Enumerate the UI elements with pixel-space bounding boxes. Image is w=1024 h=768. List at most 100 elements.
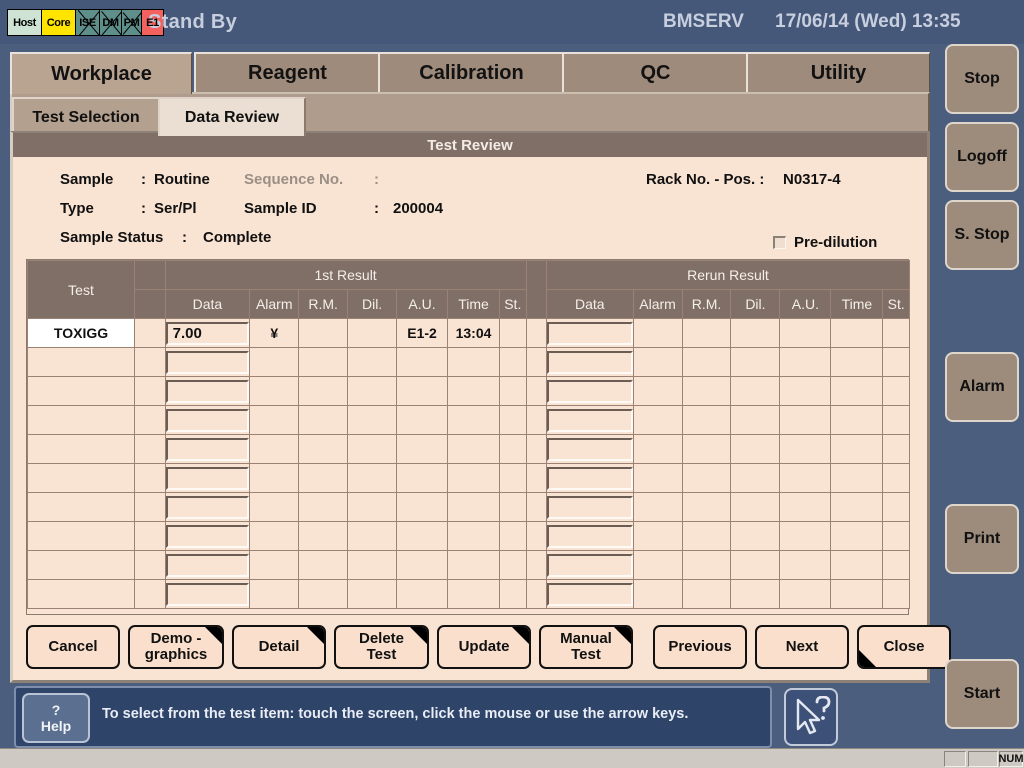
cell-rerun-rm[interactable]: [681, 376, 732, 406]
cell-first-data[interactable]: [164, 579, 251, 609]
cell-first-data-field[interactable]: [166, 408, 249, 432]
cell-rerun-rm[interactable]: [681, 521, 732, 551]
test-results-table-wrapper[interactable]: Test 1st Result Rerun Result Data Alarm R.…: [26, 259, 911, 615]
demographics-button[interactable]: Demo - graphics: [128, 625, 224, 669]
help-button[interactable]: ? Help: [22, 693, 90, 743]
cell-rerun-alarm[interactable]: [632, 550, 683, 580]
cell-rerun-st[interactable]: [882, 434, 910, 464]
cell-first-alarm[interactable]: [249, 550, 300, 580]
cell-rerun-st[interactable]: [882, 521, 910, 551]
cell-first-alarm[interactable]: [249, 347, 300, 377]
cell-flag[interactable]: [134, 492, 166, 522]
cell-rerun-au[interactable]: [779, 579, 832, 609]
cell-rerun-rm[interactable]: [681, 463, 732, 493]
cell-rerun-st[interactable]: [882, 318, 910, 348]
cell-rerun-alarm[interactable]: [632, 347, 683, 377]
cell-first-data[interactable]: 7.00: [164, 318, 251, 348]
cell-rerun-rm[interactable]: [681, 434, 732, 464]
cell-first-data-field[interactable]: [166, 437, 249, 461]
sidebar-button-start[interactable]: Start: [945, 659, 1019, 729]
cell-rerun-alarm[interactable]: [632, 521, 683, 551]
cell-rerun-au[interactable]: [779, 347, 832, 377]
cell-rerun-data-field[interactable]: [547, 379, 633, 403]
cell-rerun-au[interactable]: [779, 492, 832, 522]
table-row[interactable]: [26, 463, 910, 493]
cell-first-rm[interactable]: [298, 492, 349, 522]
cell-first-au[interactable]: E1-2: [396, 318, 449, 348]
cell-first-rm[interactable]: [298, 434, 349, 464]
cell-first-data-field[interactable]: [166, 524, 249, 548]
cell-rerun-dil[interactable]: [730, 463, 781, 493]
cell-first-st[interactable]: [499, 318, 527, 348]
cell-rerun-data[interactable]: [545, 434, 634, 464]
cell-first-dil[interactable]: [347, 318, 398, 348]
cell-first-rm[interactable]: [298, 405, 349, 435]
cell-rerun-time[interactable]: [830, 579, 884, 609]
cell-rerun-au[interactable]: [779, 318, 832, 348]
cell-first-alarm[interactable]: ¥: [249, 318, 300, 348]
cell-flag[interactable]: [134, 347, 166, 377]
cell-rerun-dil[interactable]: [730, 492, 781, 522]
cell-first-st[interactable]: [499, 434, 527, 464]
cell-first-data[interactable]: [164, 434, 251, 464]
table-row[interactable]: [26, 434, 910, 464]
cell-first-st[interactable]: [499, 550, 527, 580]
cell-rerun-rm[interactable]: [681, 405, 732, 435]
cell-rerun-dil[interactable]: [730, 376, 781, 406]
cell-rerun-alarm[interactable]: [632, 405, 683, 435]
cell-flag[interactable]: [134, 376, 166, 406]
cell-first-st[interactable]: [499, 579, 527, 609]
cell-first-au[interactable]: [396, 347, 449, 377]
cell-first-data-field[interactable]: [166, 466, 249, 490]
cell-first-rm[interactable]: [298, 347, 349, 377]
table-row[interactable]: [26, 405, 910, 435]
sidebar-button-logoff[interactable]: Logoff: [945, 122, 1019, 192]
cell-rerun-data-field[interactable]: [547, 408, 633, 432]
cell-rerun-alarm[interactable]: [632, 463, 683, 493]
cell-first-time[interactable]: [447, 463, 501, 493]
cell-rerun-data[interactable]: [545, 376, 634, 406]
sidebar-button-stop[interactable]: Stop: [945, 44, 1019, 114]
cell-rerun-time[interactable]: [830, 463, 884, 493]
cell-flag[interactable]: [134, 318, 166, 348]
tab-reagent[interactable]: Reagent: [194, 52, 380, 92]
cell-rerun-alarm[interactable]: [632, 579, 683, 609]
cell-test-name[interactable]: [26, 434, 136, 464]
cell-first-alarm[interactable]: [249, 579, 300, 609]
cell-first-st[interactable]: [499, 521, 527, 551]
tab-calibration[interactable]: Calibration: [378, 52, 564, 92]
cell-first-data[interactable]: [164, 492, 251, 522]
pre-dilution-checkbox-box[interactable]: [773, 236, 786, 249]
cell-first-data[interactable]: [164, 550, 251, 580]
cell-rerun-data-field[interactable]: [547, 495, 633, 519]
cell-flag[interactable]: [134, 405, 166, 435]
tab-workplace[interactable]: Workplace: [10, 52, 192, 94]
cell-first-time[interactable]: [447, 579, 501, 609]
cell-first-au[interactable]: [396, 579, 449, 609]
cell-first-rm[interactable]: [298, 521, 349, 551]
cell-flag[interactable]: [134, 463, 166, 493]
cell-first-alarm[interactable]: [249, 405, 300, 435]
cell-rerun-alarm[interactable]: [632, 376, 683, 406]
cell-rerun-data[interactable]: [545, 405, 634, 435]
cell-test-name[interactable]: [26, 463, 136, 493]
cell-rerun-data[interactable]: [545, 521, 634, 551]
subtab-data-review[interactable]: Data Review: [158, 97, 306, 136]
cell-rerun-alarm[interactable]: [632, 492, 683, 522]
cell-rerun-data[interactable]: [545, 550, 634, 580]
cell-first-time[interactable]: [447, 405, 501, 435]
cell-first-data-field[interactable]: [166, 350, 249, 374]
cell-first-data-field[interactable]: [166, 379, 249, 403]
cell-rerun-st[interactable]: [882, 347, 910, 377]
sidebar-button-s-stop[interactable]: S. Stop: [945, 200, 1019, 270]
cell-rerun-au[interactable]: [779, 405, 832, 435]
sidebar-button-alarm[interactable]: Alarm: [945, 352, 1019, 422]
cell-first-st[interactable]: [499, 376, 527, 406]
cell-first-data[interactable]: [164, 376, 251, 406]
cell-test-name[interactable]: [26, 579, 136, 609]
next-button[interactable]: Next: [755, 625, 849, 669]
cell-rerun-st[interactable]: [882, 550, 910, 580]
cell-test-name[interactable]: [26, 521, 136, 551]
table-row[interactable]: [26, 579, 910, 609]
cell-rerun-data-field[interactable]: [547, 350, 633, 374]
